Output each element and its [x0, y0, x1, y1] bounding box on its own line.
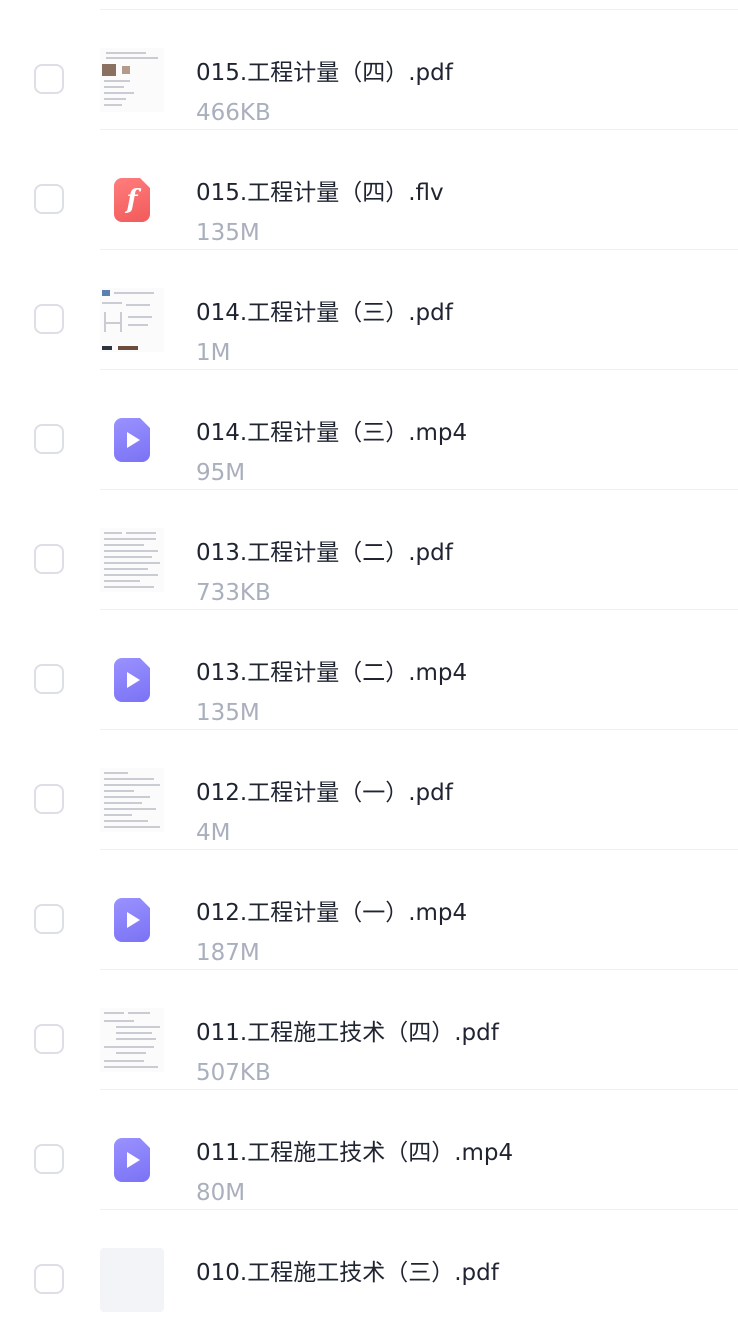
file-size: 80M: [196, 1180, 246, 1206]
select-checkbox[interactable]: [34, 424, 64, 454]
pdf-thumbnail: [100, 48, 164, 112]
video-file-icon: [100, 648, 164, 712]
select-checkbox[interactable]: [34, 1144, 64, 1174]
file-row[interactable]: 012.工程计量（一）.pdf 4M: [0, 730, 738, 850]
file-size: 135M: [196, 220, 260, 246]
file-name: 012.工程计量（一）.pdf: [196, 780, 453, 806]
file-size: 733KB: [196, 580, 271, 606]
pdf-thumbnail: [100, 768, 164, 832]
list-item-partial: [0, 0, 738, 10]
file-name: 015.工程计量（四）.flv: [196, 180, 444, 206]
file-row[interactable]: 014.工程计量（三）.mp4 95M: [0, 370, 738, 490]
select-checkbox[interactable]: [34, 64, 64, 94]
video-file-icon: [100, 888, 164, 952]
file-size: 507KB: [196, 1060, 271, 1086]
file-name: 014.工程计量（三）.mp4: [196, 420, 468, 446]
file-row[interactable]: 015.工程计量（四）.pdf 466KB: [0, 10, 738, 130]
pdf-thumbnail: [100, 1008, 164, 1072]
select-checkbox[interactable]: [34, 304, 64, 334]
pdf-thumbnail: [100, 288, 164, 352]
file-row[interactable]: 014.工程计量（三）.pdf 1M: [0, 250, 738, 370]
file-name: 011.工程施工技术（四）.mp4: [196, 1140, 514, 1166]
file-row[interactable]: 012.工程计量（一）.mp4 187M: [0, 850, 738, 970]
file-name: 012.工程计量（一）.mp4: [196, 900, 468, 926]
file-row[interactable]: 013.工程计量（二）.pdf 733KB: [0, 490, 738, 610]
file-list: 015.工程计量（四）.pdf 466KB f 015.工程计量（四）.flv …: [0, 0, 738, 1330]
select-checkbox[interactable]: [34, 1264, 64, 1294]
file-row[interactable]: 011.工程施工技术（四）.mp4 80M: [0, 1090, 738, 1210]
flash-file-icon: f: [100, 168, 164, 232]
file-row[interactable]: 010.工程施工技术（三）.pdf: [0, 1210, 738, 1330]
select-checkbox[interactable]: [34, 664, 64, 694]
file-size: 135M: [196, 700, 260, 726]
select-checkbox[interactable]: [34, 544, 64, 574]
pdf-thumbnail: [100, 528, 164, 592]
file-name: 014.工程计量（三）.pdf: [196, 300, 453, 326]
video-file-icon: [100, 1128, 164, 1192]
select-checkbox[interactable]: [34, 184, 64, 214]
pdf-thumbnail: [100, 1248, 164, 1312]
select-checkbox[interactable]: [34, 784, 64, 814]
video-file-icon: [100, 408, 164, 472]
file-row[interactable]: f 015.工程计量（四）.flv 135M: [0, 130, 738, 250]
file-name: 013.工程计量（二）.mp4: [196, 660, 468, 686]
file-row[interactable]: 013.工程计量（二）.mp4 135M: [0, 610, 738, 730]
file-size: 466KB: [196, 100, 271, 126]
file-size: 187M: [196, 940, 260, 966]
select-checkbox[interactable]: [34, 1024, 64, 1054]
file-name: 011.工程施工技术（四）.pdf: [196, 1020, 499, 1046]
file-name: 015.工程计量（四）.pdf: [196, 60, 453, 86]
file-name: 010.工程施工技术（三）.pdf: [196, 1260, 499, 1286]
select-checkbox[interactable]: [34, 904, 64, 934]
file-size: 95M: [196, 460, 246, 486]
file-size: 1M: [196, 340, 231, 366]
file-size: 4M: [196, 820, 231, 846]
file-name: 013.工程计量（二）.pdf: [196, 540, 453, 566]
file-row[interactable]: 011.工程施工技术（四）.pdf 507KB: [0, 970, 738, 1090]
